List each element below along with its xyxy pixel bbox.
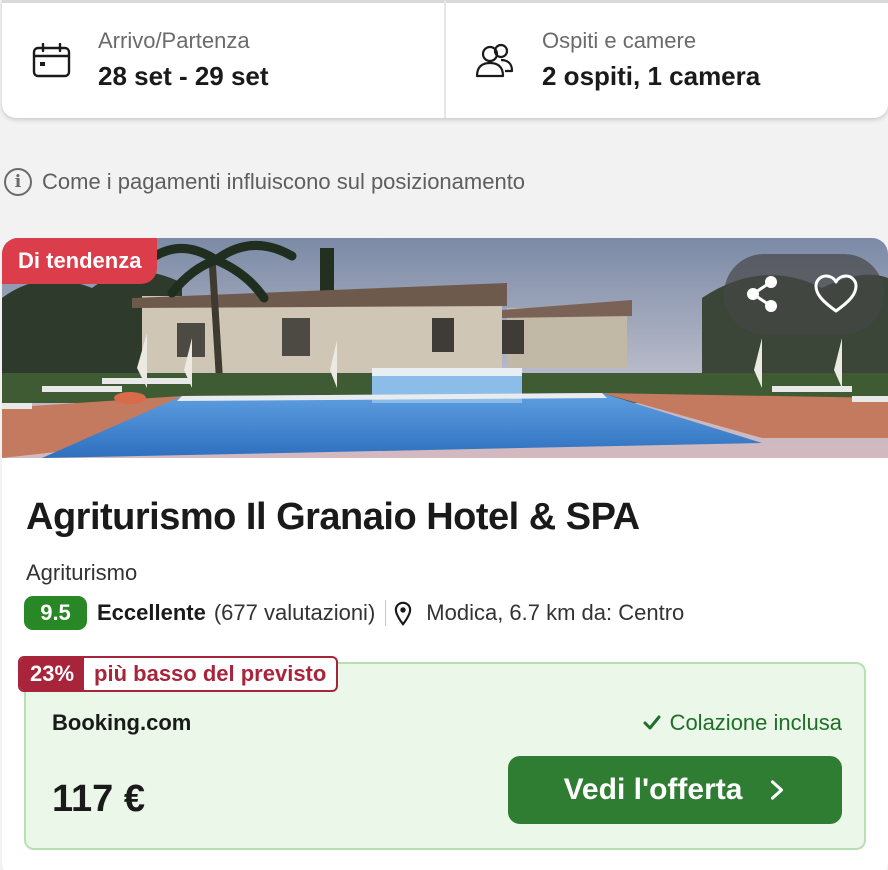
price: 117 € [52, 778, 145, 820]
search-bar: Arrivo/Partenza 28 set - 29 set Ospiti e… [2, 0, 888, 118]
dates-value: 28 set - 29 set [98, 61, 269, 91]
deal-text: più basso del previsto [94, 661, 327, 686]
guests-label: Ospiti e camere [542, 28, 697, 53]
hotel-type: Agriturismo [26, 560, 138, 585]
guests-value: 2 ospiti, 1 camera [542, 61, 761, 91]
chevron-right-icon [771, 780, 784, 800]
rating-word: Eccellente [97, 600, 206, 625]
deal-badge: 23% più basso del previsto [18, 656, 339, 692]
hotel-name[interactable]: Agriturismo Il Granaio Hotel & SPA [26, 496, 640, 539]
info-icon: i [4, 168, 32, 196]
check-icon [643, 715, 661, 730]
review-count: (677 valutazioni) [213, 600, 376, 625]
breakfast-text: Colazione inclusa [669, 710, 842, 735]
trending-badge: Di tendenza [2, 238, 158, 284]
users-icon [475, 43, 514, 78]
calendar-icon [32, 43, 71, 78]
share-icon[interactable] [738, 270, 786, 318]
heart-icon[interactable] [812, 270, 860, 318]
deal-percent: 23% [20, 658, 85, 690]
divider [385, 600, 387, 626]
dates-label: Arrivo/Partenza [98, 28, 250, 53]
location-pin-icon [394, 601, 412, 626]
breakfast-included: Colazione inclusa [642, 710, 842, 736]
rating-row: 9.5 Eccellente (677 valutazioni) Modica,… [24, 595, 684, 631]
ranking-info-text: Come i pagamenti influiscono sul posizio… [42, 169, 526, 194]
dates-selector[interactable]: Arrivo/Partenza 28 set - 29 set [2, 0, 444, 118]
score-badge: 9.5 [24, 596, 87, 630]
provider-name: Booking.com [52, 710, 192, 735]
view-offer-label: Vedi l'offerta [563, 773, 743, 806]
card-actions [724, 254, 884, 334]
ranking-info-link[interactable]: i Come i pagamenti influiscono sul posiz… [4, 168, 525, 196]
view-offer-button[interactable]: Vedi l'offerta [508, 756, 842, 824]
location-text: Modica, 6.7 km da: Centro [426, 600, 685, 625]
guests-selector[interactable]: Ospiti e camere 2 ospiti, 1 camera [444, 0, 888, 118]
